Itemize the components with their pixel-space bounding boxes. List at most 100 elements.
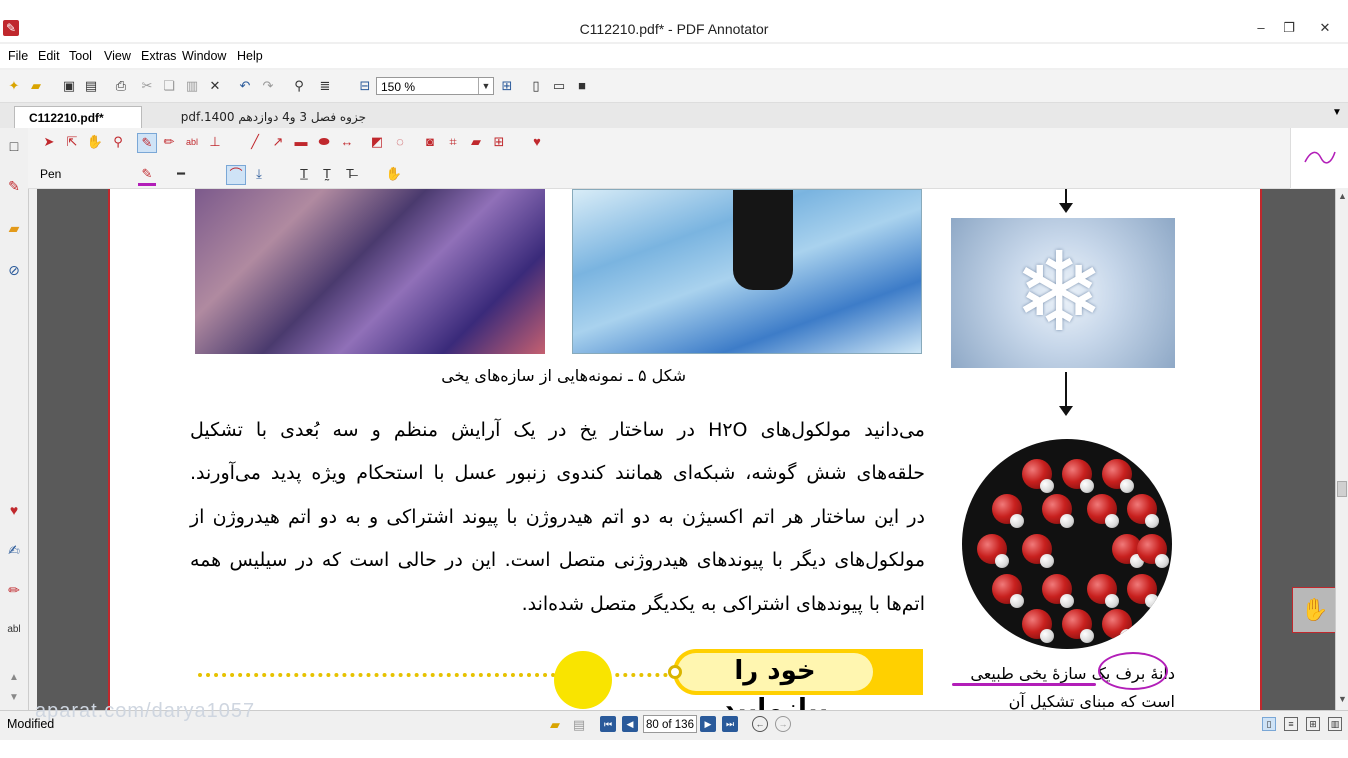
redo-icon[interactable]: ↷ <box>259 77 277 95</box>
crop-icon[interactable]: ⌗ <box>444 133 462 151</box>
facing-view-icon[interactable]: ⊞ <box>1306 717 1320 731</box>
copy-icon[interactable]: ❏ <box>160 77 178 95</box>
arrow-down-icon <box>1059 372 1073 416</box>
text-box-icon[interactable]: abl <box>4 620 24 640</box>
undo-icon[interactable]: ↶ <box>236 77 254 95</box>
print-icon[interactable]: ⎙ <box>112 77 130 95</box>
insert-image-icon[interactable]: ⊞ <box>490 133 508 151</box>
page-icon[interactable]: □ <box>4 136 24 156</box>
line-width-icon[interactable]: ━ <box>172 165 190 183</box>
zoom-out-icon[interactable]: ⊟ <box>356 77 374 95</box>
hydrogen-atom <box>1145 594 1159 608</box>
hydrogen-atom <box>1010 594 1024 608</box>
hand-tool-icon[interactable]: ✋ <box>1292 587 1338 633</box>
lasso-icon[interactable]: ◌ <box>391 133 409 151</box>
auto-shape-icon[interactable]: ⤓ <box>250 165 268 183</box>
marker-icon[interactable]: ✏ <box>160 133 178 151</box>
full-screen-icon[interactable]: ■ <box>573 77 591 95</box>
folder-icon[interactable]: ▰ <box>4 218 24 238</box>
freehand-smoothing-icon[interactable]: ⌒ <box>226 165 246 185</box>
pressure-icon[interactable]: ✋ <box>385 165 403 183</box>
tab-list-chevron-icon[interactable]: ▼ <box>1332 107 1342 118</box>
vertical-scrollbar[interactable]: ▲ ▼ <box>1335 189 1348 710</box>
text-squiggly-icon[interactable]: T̰ <box>318 165 336 183</box>
fit-page-icon[interactable]: ▭ <box>550 77 568 95</box>
pdf-annotator-icon[interactable]: ✎ <box>3 20 19 36</box>
menu-help[interactable]: Help <box>237 49 263 63</box>
favorites-icon[interactable]: ♥ <box>528 133 546 151</box>
highlighter-icon[interactable]: ✏ <box>4 580 24 600</box>
typewriter-icon[interactable]: abl <box>183 133 201 151</box>
next-document-icon[interactable]: ▤ <box>570 716 588 734</box>
hydrogen-atom <box>1040 554 1054 568</box>
open-folder-icon[interactable]: ▰ <box>27 77 45 95</box>
scrollbar-thumb[interactable] <box>1337 481 1347 497</box>
new-file-icon[interactable]: ✦ <box>5 77 23 95</box>
continuous-facing-view-icon[interactable]: ▥ <box>1328 717 1342 731</box>
back-icon[interactable]: ← <box>752 716 768 732</box>
line-icon[interactable]: ╱ <box>246 133 264 151</box>
continuous-view-icon[interactable]: ≡ <box>1284 717 1298 731</box>
pen-tool-icon[interactable]: ✎ <box>4 176 24 196</box>
pen-color-icon[interactable]: ✎ <box>138 165 156 186</box>
menu-extras[interactable]: Extras <box>141 49 176 63</box>
hand-icon[interactable]: ✋ <box>86 133 104 151</box>
chevron-down-icon[interactable]: ▼ <box>478 78 493 94</box>
eraser-icon[interactable]: ◩ <box>368 133 386 151</box>
delete-icon[interactable]: ✕ <box>206 77 224 95</box>
save-as-icon[interactable]: ▤ <box>82 77 100 95</box>
text-strikeout-icon[interactable]: T̶ <box>341 165 359 183</box>
previous-page-icon[interactable]: ◀ <box>622 716 638 732</box>
menu-view[interactable]: View <box>104 49 131 63</box>
favorites-heart-icon[interactable]: ♥ <box>4 500 24 520</box>
find-icon[interactable]: ⚲ <box>290 77 308 95</box>
camera-icon[interactable]: ◙ <box>421 133 439 151</box>
zoom-in-icon[interactable]: ⊞ <box>498 77 516 95</box>
maximize-button[interactable]: ❐ <box>1276 18 1302 38</box>
previous-document-icon[interactable]: ▰ <box>546 716 564 734</box>
ellipse-icon[interactable]: ⬬ <box>315 133 333 151</box>
tab-jozve[interactable]: جزوه فصل 3 و4 دوازدهم 1400.pdf <box>150 106 380 128</box>
close-button[interactable]: ✕ <box>1312 18 1338 38</box>
single-page-view-icon[interactable]: ▯ <box>1262 717 1276 731</box>
rectangle-icon[interactable]: ▬ <box>292 133 310 151</box>
fit-width-icon[interactable]: ▯ <box>527 77 545 95</box>
scroll-down-arrow-icon[interactable]: ▼ <box>1338 694 1347 704</box>
hydrogen-atom <box>1060 514 1074 528</box>
zoom-select[interactable]: 150 % ▼ <box>376 77 494 95</box>
attachment-icon[interactable]: ⊘ <box>4 260 24 280</box>
menu-window[interactable]: Window <box>182 49 226 63</box>
text-underline-icon[interactable]: T̲ <box>295 165 313 183</box>
forward-icon[interactable]: → <box>775 716 791 732</box>
page-number-input[interactable]: 80 of 136 <box>643 715 697 733</box>
pen-icon[interactable]: ✎ <box>137 133 157 153</box>
ink-circle-annotation[interactable] <box>1098 652 1168 690</box>
tab-c112210[interactable]: C112210.pdf* <box>14 106 142 128</box>
next-page-icon[interactable]: ▶ <box>700 716 716 732</box>
arrow-line-icon[interactable]: ↗ <box>269 133 287 151</box>
paste-icon[interactable]: ▥ <box>183 77 201 95</box>
cut-icon[interactable]: ✂ <box>138 77 156 95</box>
scroll-up-icon[interactable]: ▲ <box>4 668 24 688</box>
zoom-tool-icon[interactable]: ⚲ <box>109 133 127 151</box>
first-page-icon[interactable]: ⏮ <box>600 716 616 732</box>
ruler-icon[interactable]: ▰ <box>467 133 485 151</box>
scroll-up-arrow-icon[interactable]: ▲ <box>1338 191 1347 201</box>
figure-caption: شکل ۵ ـ نمونه‌هایی از سازه‌های یخی <box>441 366 686 385</box>
menu-edit[interactable]: Edit <box>38 49 60 63</box>
menu-file[interactable]: File <box>8 49 28 63</box>
minimize-button[interactable]: – <box>1248 18 1274 38</box>
stamp-icon[interactable]: ⊥ <box>206 133 224 151</box>
scroll-down-icon[interactable]: ▼ <box>4 688 24 708</box>
measure-icon[interactable]: ↔ <box>338 133 356 151</box>
select-text-icon[interactable]: ⇱ <box>63 133 81 151</box>
save-icon[interactable]: ▣ <box>60 77 78 95</box>
ink-underline-annotation[interactable] <box>952 683 1096 686</box>
select-arrow-icon[interactable]: ➤ <box>40 133 58 151</box>
hydrogen-atom <box>1040 629 1054 643</box>
signature-icon[interactable]: ✍ <box>4 540 24 560</box>
page-setup-icon[interactable]: ≣ <box>316 77 334 95</box>
menu-tool[interactable]: Tool <box>69 49 92 63</box>
last-page-icon[interactable]: ⏭ <box>722 716 738 732</box>
hydrogen-atom <box>1120 479 1134 493</box>
